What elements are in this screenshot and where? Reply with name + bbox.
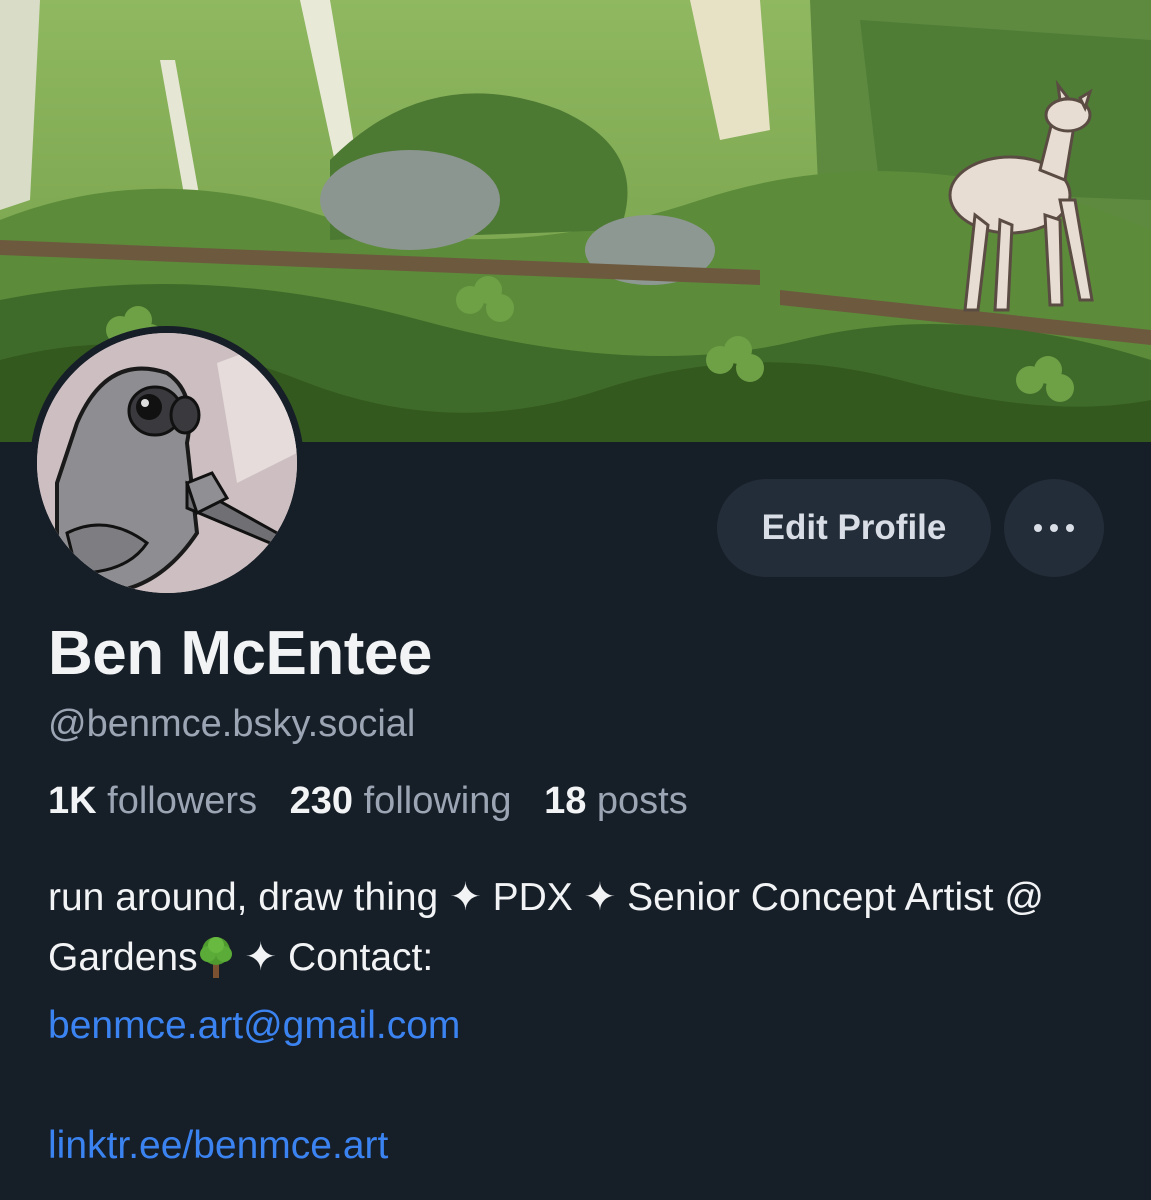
followers-label: followers xyxy=(107,780,258,822)
followers-count: 1K xyxy=(48,780,97,822)
email-link[interactable]: benmce.art@gmail.com xyxy=(48,1004,460,1047)
deciduous-tree-icon xyxy=(198,936,234,996)
ellipsis-icon xyxy=(1030,524,1078,532)
avatar-image xyxy=(37,333,297,593)
posts-stat: 18 posts xyxy=(544,780,688,822)
avatar[interactable] xyxy=(30,326,304,600)
followers-stat[interactable]: 1K followers xyxy=(48,780,257,822)
following-label: following xyxy=(363,780,512,822)
handle: @benmce.bsky.social xyxy=(48,703,416,745)
more-options-button[interactable] xyxy=(1004,479,1104,577)
posts-count: 18 xyxy=(544,780,587,822)
posts-label: posts xyxy=(596,780,688,822)
following-count: 230 xyxy=(289,780,354,822)
owl-character-illustration xyxy=(37,333,297,593)
profile-stats: 1K followers 230 following 18 posts xyxy=(48,780,710,823)
bio-text-contact: ✦ Contact: xyxy=(233,936,434,979)
linktree-link[interactable]: linktr.ee/benmce.art xyxy=(48,1124,388,1167)
bio: run around, draw thing ✦ PDX ✦ Senior Co… xyxy=(48,868,1118,1176)
edit-profile-button[interactable]: Edit Profile xyxy=(717,479,991,577)
display-name: Ben McEntee xyxy=(48,619,432,688)
following-stat[interactable]: 230 following xyxy=(290,780,512,822)
